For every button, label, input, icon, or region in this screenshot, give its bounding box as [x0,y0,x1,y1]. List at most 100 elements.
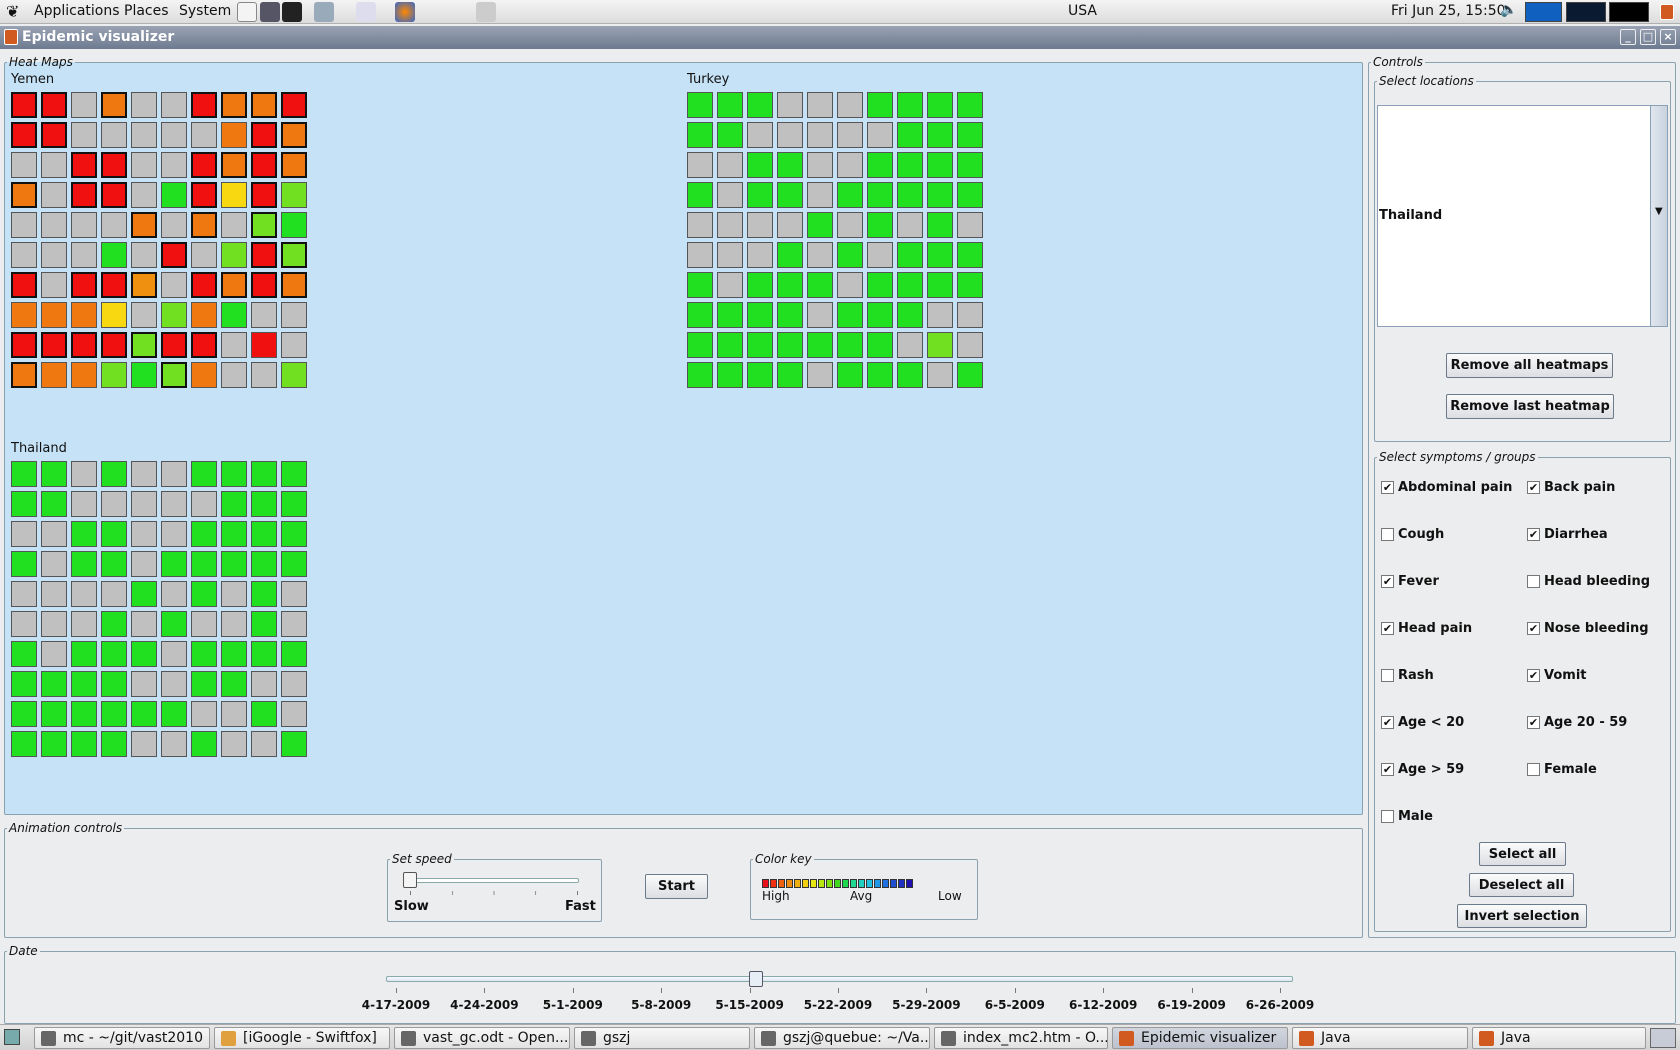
clock[interactable]: Fri Jun 25, 15:50 [1391,3,1506,19]
invert-selection-button[interactable]: Invert selection [1457,904,1587,928]
heatmap-cell [927,152,953,178]
speed-slider-track[interactable] [403,878,579,883]
select-all-button[interactable]: Select all [1479,842,1566,866]
checkmark-icon[interactable]: ✔ [1381,622,1394,635]
window-titlebar[interactable]: Epidemic visualizer _ □ × [0,26,1680,49]
taskbar-item[interactable]: [iGoogle - Swiftfox] [214,1027,390,1049]
symptom-label: Age > 59 [1398,762,1465,777]
heatmap-cell [957,182,983,208]
taskbar-item[interactable]: Epidemic visualizer [1112,1027,1288,1049]
taskbar-item[interactable]: vast_gc.odt - Open... [394,1027,570,1049]
heatmap-cell [281,461,307,487]
heatmap-cell [41,641,67,667]
taskbar-item[interactable]: mc - ~/git/vast2010 [34,1027,210,1049]
load-monitor-icon[interactable] [1609,2,1649,22]
checkmark-icon[interactable]: ✔ [1381,763,1394,776]
taskbar-item[interactable]: Java [1292,1027,1468,1049]
show-desktop-icon[interactable] [4,1029,20,1045]
empty-checkbox-icon[interactable] [1381,528,1394,541]
deselect-all-button[interactable]: Deselect all [1469,873,1574,897]
heatmap-cell [927,302,953,328]
location-list-item[interactable]: Thailand [1379,208,1442,223]
volume-icon[interactable]: 🔈 [1500,2,1517,18]
taskbar-item[interactable]: Java [1472,1027,1646,1049]
date-tick-label: 6-19-2009 [1157,998,1226,1012]
text-editor-icon[interactable] [237,2,257,22]
empty-checkbox-icon[interactable] [1527,575,1540,588]
heatmap-cell [191,272,217,298]
date-slider-thumb[interactable] [749,971,764,987]
taskbar-item[interactable]: index_mc2.htm - O... [934,1027,1108,1049]
heatmap-yemen[interactable] [11,92,307,388]
empty-checkbox-icon[interactable] [1527,763,1540,776]
heatmap-cell [251,92,277,118]
java-tray-icon[interactable] [1660,4,1674,20]
checkmark-icon[interactable]: ✔ [1527,622,1540,635]
color-key-swatch [802,879,809,888]
heatmap-cell [71,521,97,547]
color-key-swatch [778,879,785,888]
firefox-icon[interactable] [395,2,415,22]
location-list-scrollbar[interactable]: ▼ [1650,105,1668,327]
locale-indicator[interactable]: USA [1068,3,1097,19]
heatmap-thailand[interactable] [11,461,307,757]
date-tick-label: 6-5-2009 [984,998,1045,1012]
date-slider-track[interactable] [386,976,1293,982]
color-key-swatch [770,879,777,888]
speed-slider-thumb[interactable] [403,872,417,888]
date-panel: Date [4,944,1676,1024]
checkmark-icon[interactable]: ✔ [1381,716,1394,729]
checkmark-icon[interactable]: ✔ [1527,528,1540,541]
symptom-label: Age < 20 [1398,715,1465,730]
remove-last-heatmap-button[interactable]: Remove last heatmap [1446,394,1614,419]
checkmark-icon[interactable]: ✔ [1381,481,1394,494]
heatmap-cell [777,152,803,178]
maximize-button[interactable]: □ [1640,29,1656,45]
terminal-icon[interactable] [282,2,302,22]
cpu-monitor-icon[interactable] [1525,2,1562,22]
heatmap-cell [251,272,277,298]
heatmap-cell [161,212,187,238]
heatmap-cell [717,122,743,148]
lamp-icon[interactable] [476,2,496,22]
heatmap-cell [101,122,127,148]
heatmap-cell [131,122,157,148]
taskbar-item[interactable]: gszj [574,1027,750,1049]
heatmap-cell [131,92,157,118]
heatmap-cell [867,362,893,388]
menu-places[interactable]: Places [124,3,169,19]
symptom-label: Diarrhea [1544,527,1608,542]
heatmap-cell [281,152,307,178]
remove-all-heatmaps-button[interactable]: Remove all heatmaps [1446,353,1613,378]
net-monitor-icon[interactable] [1566,2,1606,22]
workspace-switcher-icon[interactable] [1650,1028,1676,1048]
taskbar-item[interactable]: gszj@quebue: ~/Va... [754,1027,930,1049]
menu-system[interactable]: System [179,3,231,19]
heatmap-cell [747,242,773,268]
checkmark-icon[interactable]: ✔ [1381,575,1394,588]
network-icon[interactable] [314,2,334,22]
screenshot-icon[interactable] [260,2,280,22]
checkmark-icon[interactable]: ✔ [1527,669,1540,682]
close-button[interactable]: × [1660,29,1676,45]
documents-icon[interactable] [356,2,376,22]
checkmark-icon[interactable]: ✔ [1527,481,1540,494]
heatmap-cell [71,122,97,148]
heatmap-cell [221,461,247,487]
chevron-down-icon[interactable]: ▼ [1655,206,1663,217]
menu-applications[interactable]: Applications [34,3,120,19]
start-button[interactable]: Start [645,874,708,899]
heatmap-cell [131,152,157,178]
heatmap-cell [251,491,277,517]
heatmap-turkey[interactable] [687,92,983,388]
date-tick-label: 6-26-2009 [1245,998,1315,1012]
minimize-button[interactable]: _ [1620,29,1636,45]
empty-checkbox-icon[interactable] [1381,810,1394,823]
heatmap-cell [837,92,863,118]
heatmap-cell [71,182,97,208]
empty-checkbox-icon[interactable] [1381,669,1394,682]
symptom-label: Vomit [1544,668,1587,683]
gnome-foot-icon[interactable]: ❦ [6,2,19,21]
heatmap-cell [191,461,217,487]
checkmark-icon[interactable]: ✔ [1527,716,1540,729]
